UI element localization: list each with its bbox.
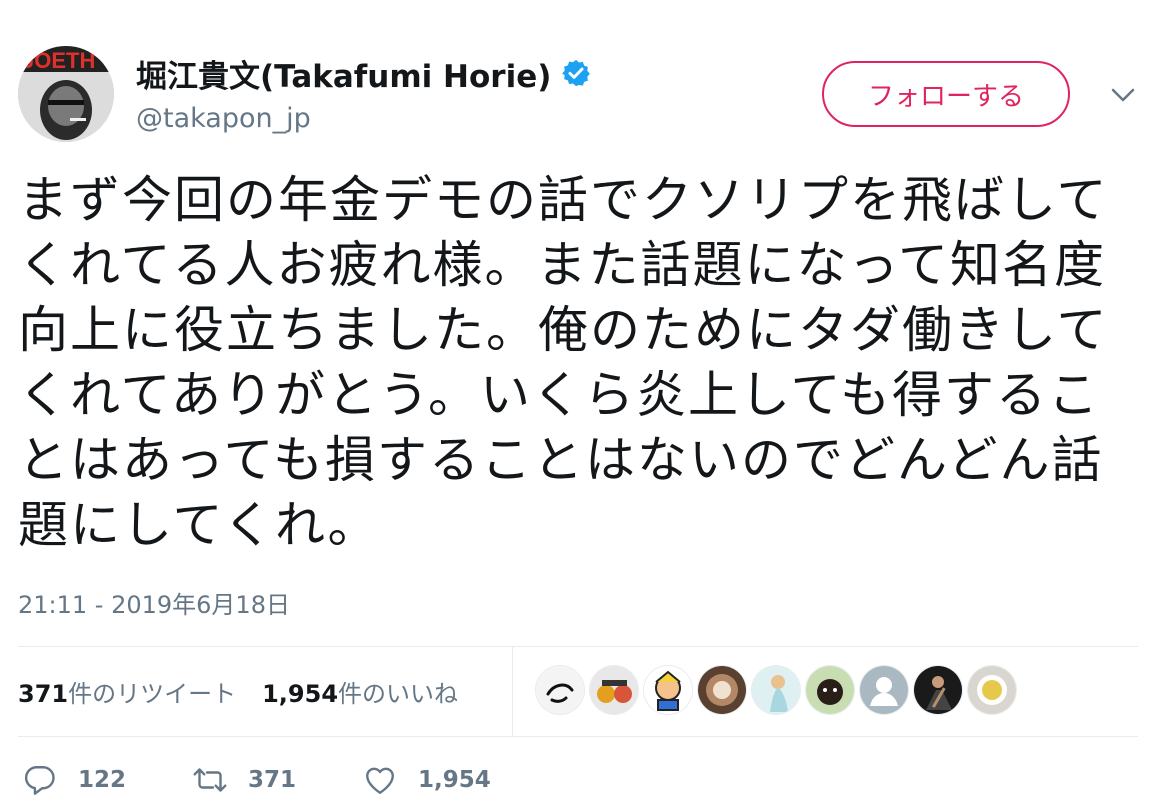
vertical-divider [512, 646, 513, 736]
reply-button[interactable]: 122 [22, 762, 126, 798]
liker-avatar[interactable] [536, 666, 584, 714]
liker-avatar[interactable] [914, 666, 962, 714]
like-button[interactable]: 1,954 [362, 762, 491, 798]
liker-avatar[interactable] [806, 666, 854, 714]
divider [18, 736, 1138, 737]
retweet-stat-label: 件のリツイート [68, 680, 237, 708]
tweet-text: まず今回の年金デモの話でクソリプを飛ばしてくれてる人お疲れ様。また話題になって知… [18, 171, 1109, 554]
liker-avatar[interactable] [752, 666, 800, 714]
like-stat[interactable]: 1,954件のいいね [262, 674, 458, 709]
heart-icon [366, 767, 394, 794]
liker-avatar[interactable] [590, 666, 638, 714]
reply-count: 122 [78, 767, 127, 793]
avatar-logo-text: JOETH [22, 48, 95, 73]
retweet-stat[interactable]: 371件のリツイート [18, 674, 236, 709]
divider [18, 646, 1138, 647]
retweet-button[interactable]: 371 [192, 762, 296, 798]
tweet-actions: 122 371 1,954 [22, 762, 557, 798]
verified-icon [562, 59, 591, 87]
like-stat-label: 件のいいね [338, 680, 459, 708]
like-count: 1,954 [418, 767, 491, 793]
retweet-count: 371 [248, 767, 297, 793]
avatar[interactable]: JOETH [18, 46, 114, 142]
avatar-image: JOETH [18, 46, 114, 142]
follow-button[interactable]: フォローする [822, 61, 1070, 127]
display-name[interactable]: 堀江貴文(Takafumi Horie) [136, 51, 551, 96]
liker-avatar[interactable] [968, 666, 1016, 714]
retweet-icon [193, 768, 227, 792]
name-row: 堀江貴文(Takafumi Horie) [136, 51, 591, 96]
liker-avatar[interactable] [860, 666, 908, 714]
reply-icon [24, 766, 55, 795]
like-stat-count: 1,954 [262, 680, 339, 708]
user-handle[interactable]: @takapon_jp [136, 103, 311, 134]
liker-avatar[interactable] [644, 666, 692, 714]
liker-avatar[interactable] [698, 666, 746, 714]
chevron-down-icon[interactable] [1108, 84, 1138, 106]
tweet-timestamp[interactable]: 21:11 - 2019年6月18日 [18, 585, 290, 620]
retweet-stat-count: 371 [18, 680, 69, 708]
tweet-stats: 371件のリツイート 1,954件のいいね [18, 674, 458, 709]
liker-avatars [536, 666, 1016, 714]
